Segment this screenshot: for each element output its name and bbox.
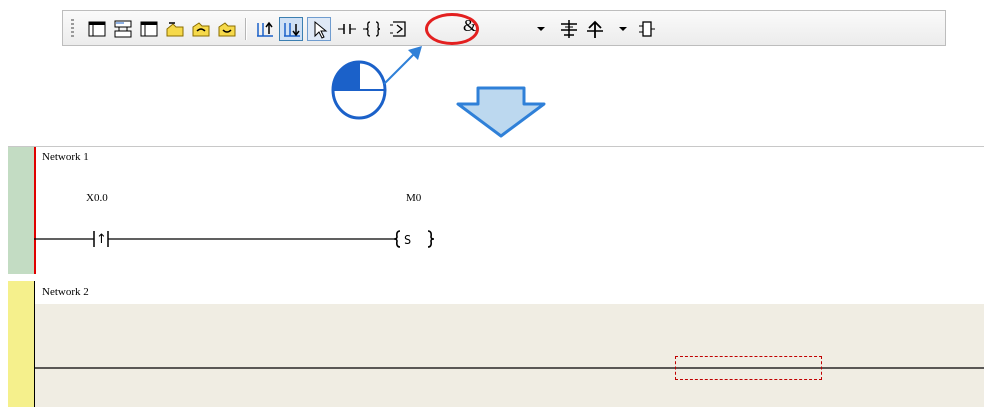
network2-margin[interactable] xyxy=(8,281,34,407)
up-arrow-icon xyxy=(587,20,603,38)
insert-above-icon xyxy=(257,21,273,37)
network1-active-rail xyxy=(34,147,36,274)
parallel-branch-button[interactable] xyxy=(557,17,581,41)
highlight-ellipse xyxy=(425,13,479,45)
insert-below-icon xyxy=(284,23,300,37)
selection-cursor-box[interactable] xyxy=(675,356,822,380)
contact-address: X0.0 xyxy=(86,192,108,204)
network2-rung[interactable] xyxy=(35,358,984,378)
network2-rung-area[interactable] xyxy=(35,304,984,407)
network-window-2-button[interactable] xyxy=(137,17,161,41)
folder-redo-icon xyxy=(218,22,236,37)
network2-label: Network 2 xyxy=(42,286,89,298)
set-coil-symbol: S xyxy=(404,233,412,247)
branch-dropdown-arrow[interactable] xyxy=(619,27,627,31)
redo-folder-button[interactable] xyxy=(215,17,239,41)
network-window-icon xyxy=(140,21,158,37)
pointer-arrow-icon xyxy=(383,46,422,85)
folder-undo-icon xyxy=(192,22,210,37)
insert-network-above-button[interactable] xyxy=(253,17,277,41)
select-mode-button[interactable] xyxy=(307,17,331,41)
network-window-button[interactable] xyxy=(85,17,109,41)
undo-folder-button[interactable] xyxy=(189,17,213,41)
function-block-icon xyxy=(390,21,406,37)
parallel-branch-icon xyxy=(561,20,577,38)
coil-icon xyxy=(363,21,381,37)
network-window-icon xyxy=(88,21,106,37)
down-arrow-icon xyxy=(456,86,546,138)
ladder-toolbar: & xyxy=(62,10,946,46)
coil-address: M0 xyxy=(406,192,422,204)
folder-open-icon xyxy=(166,22,184,37)
end-block-icon xyxy=(639,21,655,37)
insert-network-below-button[interactable] xyxy=(279,17,303,41)
up-arrow-button[interactable] xyxy=(583,17,607,41)
cursor-icon xyxy=(314,20,328,39)
toolbar-separator xyxy=(245,18,247,40)
end-block-button[interactable] xyxy=(635,17,659,41)
insert-network-button[interactable] xyxy=(111,17,135,41)
open-folder-button[interactable] xyxy=(163,17,187,41)
contact-button[interactable] xyxy=(335,17,359,41)
ladder-editor[interactable]: Network 1 X0.0 M0 ↑ S Network 2 xyxy=(8,146,984,407)
logic-dropdown-arrow[interactable] xyxy=(537,27,545,31)
contact-icon xyxy=(338,24,356,34)
network1-label: Network 1 xyxy=(42,151,89,163)
network1-margin[interactable] xyxy=(8,147,34,274)
rising-edge-symbol: ↑ xyxy=(96,232,107,247)
toolbar-grip[interactable] xyxy=(71,19,74,39)
network-split-icon xyxy=(114,20,132,38)
